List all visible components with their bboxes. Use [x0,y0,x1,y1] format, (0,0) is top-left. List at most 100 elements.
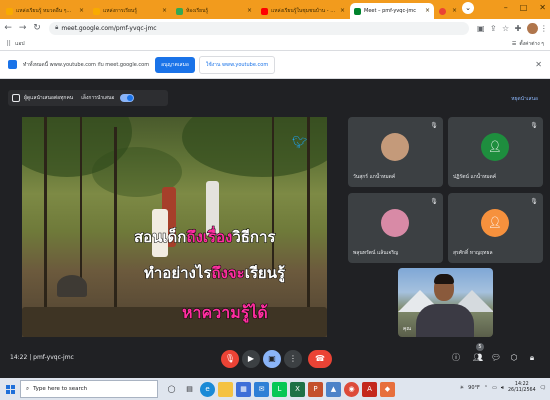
apps-grid-icon[interactable]: ⠿ [6,40,11,48]
switch-tab-button[interactable]: ใช้งาน www.youtube.com [198,55,276,74]
tab-close-icon[interactable]: × [452,7,457,14]
browser-tab[interactable]: แหล่งเรียนรู้ หมวดอื่น ๆ... × [2,3,88,19]
reading-list-label: ตั้งค่าต่าง ๆ [519,41,544,47]
photos-icon[interactable]: ▲ [326,381,341,397]
acrobat-icon[interactable]: A [362,381,377,397]
overlay-text: เรียนรู้ [244,264,286,283]
bookmarks-bar: ⠿ แอป ☰ ตั้งค่าต่าง ๆ [0,37,550,51]
tab-close-icon[interactable]: × [162,7,167,14]
tab-favicon-icon [6,8,13,15]
activities-icon[interactable]: ⬡ [508,352,520,364]
browser-tab[interactable]: แหล่งการเรียนรู้ × [89,3,171,19]
browser-tab[interactable]: × [435,3,461,19]
tab-close-icon[interactable]: × [340,7,345,14]
taskbar-clock[interactable]: 14:22 26/11/2564 [508,382,536,394]
browser-tab-active[interactable]: Meet – pmf-yvqc-jmc × [350,3,434,19]
tab-search-icon[interactable]: ⌄ [462,2,474,14]
close-window-icon[interactable]: ✕ [539,3,546,12]
overlay-line-3: หาความรู้ได้ [182,303,269,323]
forward-icon[interactable]: → [16,23,28,33]
excel-icon[interactable]: X [290,381,305,397]
widgets-icon[interactable]: ▤ [182,382,197,397]
tab-label: แหล่งเรียนรู้ หมวดอื่น ๆ... [16,8,72,14]
search-placeholder: Type here to search [33,386,88,392]
profile-avatar[interactable] [527,22,538,34]
weather-icon[interactable]: ☀ [460,385,464,391]
tab-favicon-icon [93,8,100,15]
extensions-icon[interactable]: ✚ [512,24,524,33]
participant-tile[interactable]: 🎙︎ วันสุกร์ แกน้ำหมดค์ [348,117,443,187]
tab-close-icon[interactable]: × [425,7,430,14]
taskbar-search[interactable]: ⌕ Type here to search [20,380,158,398]
close-icon[interactable]: ✕ [535,60,542,69]
more-options-button[interactable]: ⋮ [284,350,302,368]
participant-name: ปฏิรัตน์ แกน้ำหมดค์ [453,174,497,180]
host-controls-icon[interactable]: 🔒︎ [526,352,538,364]
back-icon[interactable]: ← [2,23,14,33]
allow-button[interactable]: อนุญาตเสมอ [155,56,195,73]
participant-count-badge: 5 [476,343,484,351]
mail-icon[interactable]: ✉ [254,381,269,397]
camera-button[interactable]: ▶ [242,350,260,368]
temperature[interactable]: 90°F [468,385,480,391]
start-button[interactable] [0,378,20,400]
edge-icon[interactable]: e [200,381,215,397]
presentation-toggle[interactable] [120,94,135,102]
tab-label: ห้องเรียนรู้ [186,8,209,14]
mic-muted-icon: 🎙︎ [530,122,538,129]
chat-icon[interactable]: 💬︎ [490,352,502,364]
store-icon[interactable]: ▦ [236,381,251,397]
meeting-details: 14:22 | pmf-yvqc-jmc [10,354,74,361]
participant-tile[interactable]: 🎙︎ 👤︎ สุรศักดิ์ หาญฤทธล [448,193,543,263]
mic-off-button[interactable]: 🎙︎ [221,350,239,368]
shared-presentation: 🐦︎ สอนเด็กถึงเรื่องวิธีการ ทำอย่างไรถึงจ… [22,117,327,337]
participant-tile[interactable]: 🎙︎ พลุนทรัตน์ แล้นเจริญ [348,193,443,263]
screen-share-icon [8,60,17,69]
reload-icon[interactable]: ↻ [31,23,43,33]
minimize-icon[interactable]: – [504,3,508,12]
info-icon[interactable]: ⓘ [450,352,462,364]
file-explorer-icon[interactable] [218,381,233,397]
volume-icon[interactable]: 🔊︎ [501,385,504,391]
bookmark-apps[interactable]: แอป [15,40,24,48]
notifications-icon[interactable]: 🗨︎ [540,385,546,391]
self-name: คุณ [403,326,411,332]
browser-tab[interactable]: แหล่งเรียนรู้ในชุมชนบ้าน - YouTube × [257,3,349,19]
tab-close-icon[interactable]: × [247,7,252,14]
meeting-time: 14:22 [10,354,28,361]
infobar-text: ทำทั้งหมดนี้ www.youtube.com กับ meet.go… [23,61,150,68]
chrome-icon[interactable]: ◉ [344,381,359,397]
windows-icon [5,384,15,394]
powerpoint-icon[interactable]: P [308,381,323,397]
overlay-text: ทำอย่างไร [143,264,212,283]
tab-close-icon[interactable]: × [79,7,84,14]
tab-label: Meet – pmf-yvqc-jmc [364,8,417,14]
people-icon[interactable]: 👥︎ [472,352,484,364]
app-icon[interactable]: ◆ [380,381,395,397]
self-video-tile[interactable]: คุณ [398,268,493,337]
menu-icon[interactable]: ⋮ [538,24,550,33]
tab-strip: แหล่งเรียนรู้ หมวดอื่น ๆ... × แหล่งการเร… [0,0,550,19]
maximize-icon[interactable]: □ [520,3,528,12]
address-bar[interactable]: 🔒︎ meet.google.com/pmf-yvqc-jmc [49,21,469,35]
browser-tab[interactable]: ห้องเรียนรู้ × [172,3,256,19]
camera-indicator-icon[interactable]: ▣ [475,24,487,33]
overlay-highlight: ถึงจะ [211,264,245,283]
reading-list[interactable]: ☰ ตั้งค่าต่าง ๆ [512,40,544,48]
present-now-button[interactable]: ▣ [263,350,281,368]
stop-presenting-link[interactable]: หยุดนำเสนอ [511,95,538,103]
tray-overflow-icon[interactable]: ⌃ [484,385,488,391]
toggle-label: เล็งการนำเสนอ [81,95,115,101]
person-body [416,304,474,337]
permission-infobar: ทำทั้งหมดนี้ www.youtube.com กับ meet.go… [0,51,550,79]
tab-favicon-icon [176,8,183,15]
participant-tile[interactable]: 🎙︎ 👤︎ ปฏิรัตน์ แกน้ำหมดค์ [448,117,543,187]
overlay-text: สอนเด็ก [133,228,187,247]
hang-up-button[interactable]: ☎ [308,350,332,368]
star-icon[interactable]: ☆ [499,24,511,33]
task-view-icon[interactable]: ◯ [164,382,179,397]
share-icon[interactable]: ⇪ [487,24,499,33]
line-icon[interactable]: L [272,381,287,397]
network-icon[interactable]: ▭ [492,385,497,391]
mic-muted-icon: 🎙︎ [430,198,438,205]
